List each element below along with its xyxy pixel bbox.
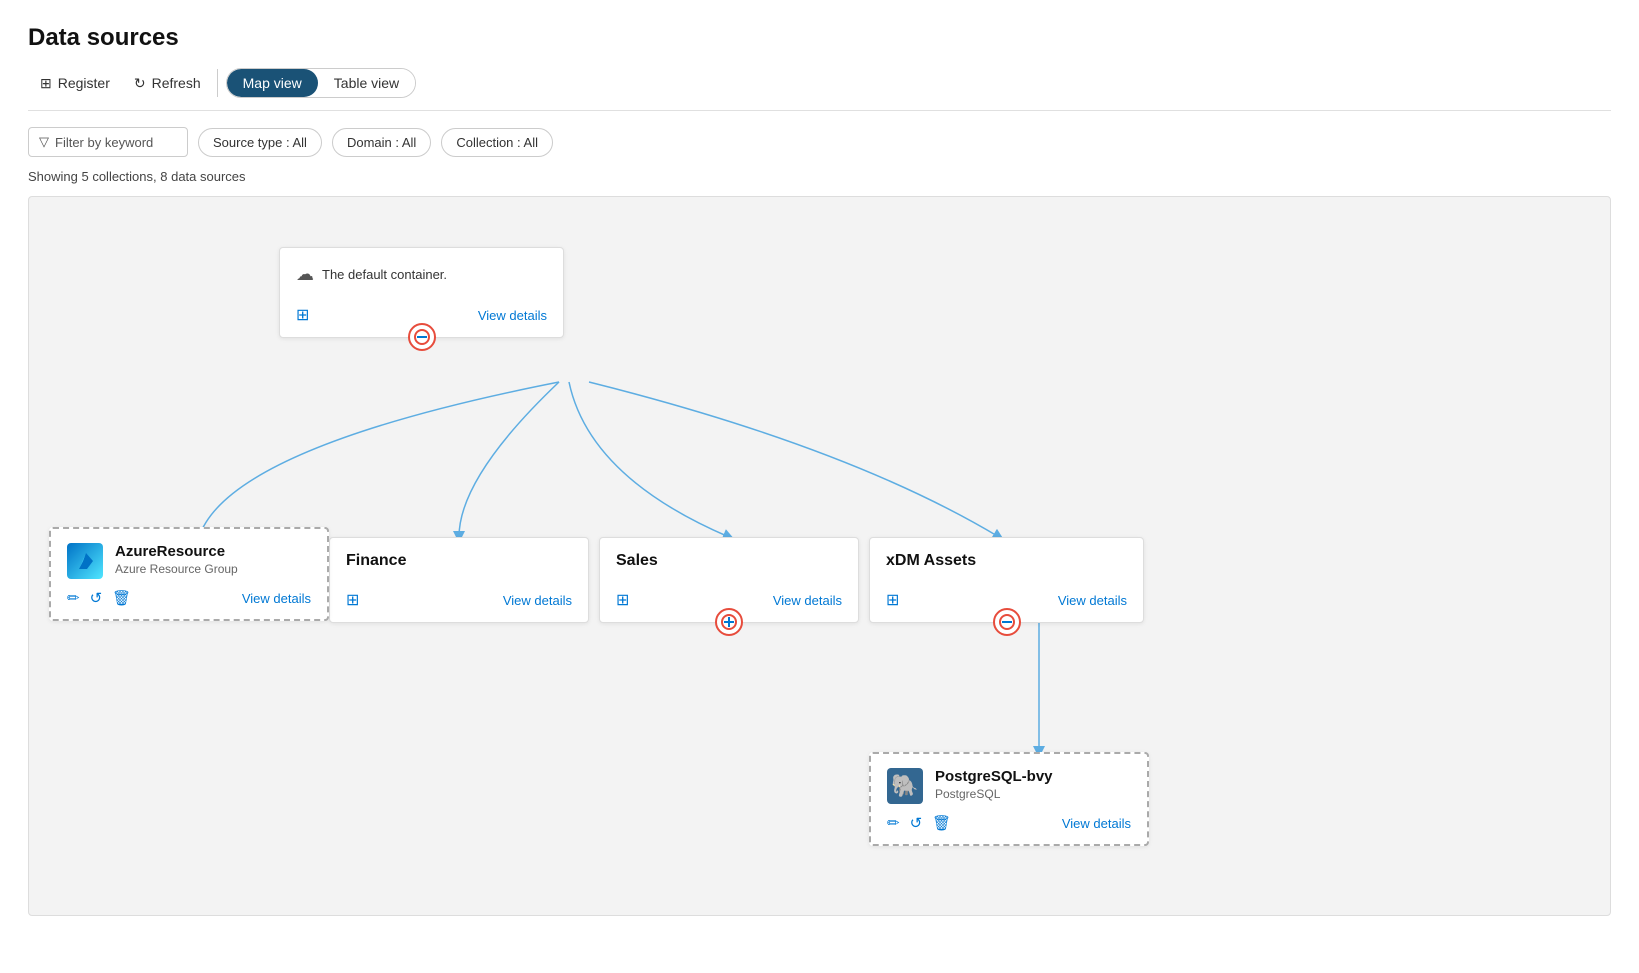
azure-copy-icon[interactable]: ↺ (90, 589, 103, 607)
domain-filter[interactable]: Domain : All (332, 128, 431, 157)
refresh-button[interactable]: ↻ Refresh (122, 69, 213, 98)
azure-view-details[interactable]: View details (242, 591, 311, 606)
cloud-icon: ☁ (296, 264, 314, 285)
toolbar: ⊞ Register ↻ Refresh Map view Table view (28, 68, 1611, 111)
xdm-collapse-button[interactable] (993, 608, 1021, 636)
default-container-view-details[interactable]: View details (478, 308, 547, 323)
sales-table-icon: ⊞ (616, 590, 629, 610)
finance-view-details[interactable]: View details (503, 593, 572, 608)
postgres-delete-icon[interactable]: 🗑 (932, 814, 951, 832)
xdm-view-details[interactable]: View details (1058, 593, 1127, 608)
sales-collection-card: Sales ⊞ View details (599, 537, 859, 623)
default-container-collapse-button[interactable] (408, 323, 436, 351)
minus-icon (414, 329, 430, 345)
register-button[interactable]: ⊞ Register (28, 69, 122, 98)
showing-summary: Showing 5 collections, 8 data sources (28, 169, 1611, 184)
postgres-copy-icon[interactable]: ↺ (910, 814, 923, 832)
postgres-edit-icon[interactable]: ✏ (887, 814, 900, 832)
finance-table-icon: ⊞ (346, 590, 359, 610)
default-container-card: ☁ The default container. ⊞ View details (279, 247, 564, 338)
default-container-label: The default container. (322, 267, 447, 282)
azure-edit-icon[interactable]: ✏ (67, 589, 80, 607)
view-toggle: Map view Table view (226, 68, 417, 98)
refresh-icon: ↻ (134, 75, 146, 92)
page-title: Data sources (28, 24, 1611, 52)
azure-source-icon (67, 543, 103, 579)
finance-collection-card: Finance ⊞ View details (329, 537, 589, 623)
map-canvas: ☁ The default container. ⊞ View details … (28, 196, 1611, 916)
xdm-table-icon: ⊞ (886, 590, 899, 610)
azure-source-card: AzureResource Azure Resource Group ✏ ↺ 🗑… (49, 527, 329, 621)
filter-icon: ▽ (39, 134, 49, 150)
postgres-view-details[interactable]: View details (1062, 816, 1131, 831)
table-view-button[interactable]: Table view (318, 69, 415, 97)
sales-expand-button[interactable] (715, 608, 743, 636)
toolbar-divider (217, 69, 218, 97)
keyword-filter[interactable]: ▽ Filter by keyword (28, 127, 188, 157)
postgres-source-icon: 🐘 (887, 768, 923, 804)
collection-filter[interactable]: Collection : All (441, 128, 553, 157)
page-container: Data sources ⊞ Register ↻ Refresh Map vi… (0, 0, 1639, 940)
filter-bar: ▽ Filter by keyword Source type : All Do… (28, 127, 1611, 157)
postgres-source-card: 🐘 PostgreSQL-bvy PostgreSQL ✏ ↺ 🗑 View d… (869, 752, 1149, 846)
azure-icon-svg (73, 549, 97, 573)
azure-delete-icon[interactable]: 🗑 (112, 589, 131, 607)
default-container-table-icon: ⊞ (296, 305, 309, 325)
plus-icon (721, 614, 737, 630)
map-view-button[interactable]: Map view (227, 69, 318, 97)
register-icon: ⊞ (40, 75, 52, 92)
sales-view-details[interactable]: View details (773, 593, 842, 608)
xdm-collection-card: xDM Assets ⊞ View details (869, 537, 1144, 623)
source-type-filter[interactable]: Source type : All (198, 128, 322, 157)
minus-icon-xdm (999, 614, 1015, 630)
